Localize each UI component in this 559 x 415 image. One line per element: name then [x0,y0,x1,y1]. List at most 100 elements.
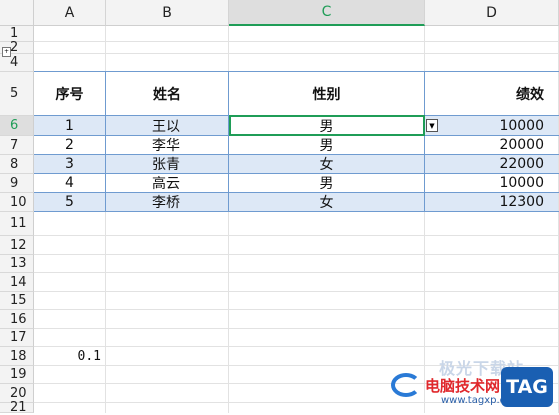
row-header-16[interactable]: 16 [0,310,34,329]
cell-gender[interactable]: 男 [229,136,425,154]
cell-b17[interactable] [106,329,229,346]
row-header-7[interactable]: 7 [0,136,34,155]
cell-c1[interactable] [229,26,425,41]
row-header-10[interactable]: 10 [0,193,34,212]
cell-a15[interactable] [34,292,106,309]
cell-a20[interactable] [34,384,106,402]
cell-b19[interactable] [106,366,229,383]
sheet-row-16 [34,310,559,329]
cell-c12[interactable] [229,236,425,254]
cell-b2[interactable] [106,42,229,53]
cell-c15[interactable] [229,292,425,309]
row-header-18[interactable]: 18 [0,347,34,366]
cell-name[interactable]: 李桥 [106,193,229,211]
row-header-17[interactable]: 17 [0,329,34,347]
cell-a14[interactable] [34,273,106,291]
cell-c17[interactable] [229,329,425,346]
cell-c2[interactable] [229,42,425,53]
cell-performance[interactable]: 12300 [425,193,559,211]
cell-a17[interactable] [34,329,106,346]
cell-gender[interactable]: 女 [229,193,425,211]
cell-b12[interactable] [106,236,229,254]
column-header-b[interactable]: B [106,0,229,26]
cell-a11[interactable] [34,212,106,235]
cell-serial[interactable]: 1 [34,116,106,135]
cell-d16[interactable] [425,310,559,328]
row-header-6[interactable]: 6 [0,116,34,136]
cell-c13[interactable] [229,255,425,272]
cell-a13[interactable] [34,255,106,272]
header-name[interactable]: 姓名 [106,72,229,115]
column-header-d[interactable]: D [425,0,559,26]
cell-c14[interactable] [229,273,425,291]
cell-gender[interactable]: 男 [229,174,425,192]
cell-performance[interactable]: 10000 [425,116,559,135]
cell-a4[interactable] [34,54,106,71]
row-group-toggle[interactable]: + [2,47,11,57]
column-header-a[interactable]: A [34,0,106,26]
cell-a2[interactable] [34,42,106,53]
cell-b20[interactable] [106,384,229,402]
sheet-row-12 [34,236,559,255]
row-header-11[interactable]: 11 [0,212,34,236]
cell-performance[interactable]: 10000 [425,174,559,192]
sheet-row-17 [34,329,559,347]
cell-d4[interactable] [425,54,559,71]
cell-a21[interactable] [34,403,106,413]
cell-b13[interactable] [106,255,229,272]
cell-c4[interactable] [229,54,425,71]
row-header-14[interactable]: 14 [0,273,34,292]
cell-serial[interactable]: 3 [34,155,106,173]
cell-serial[interactable]: 2 [34,136,106,154]
cell-d11[interactable] [425,212,559,235]
cell-d1[interactable] [425,26,559,41]
row-header-9[interactable]: 9 [0,174,34,193]
header-performance[interactable]: 绩效 [425,72,559,115]
cell-a19[interactable] [34,366,106,383]
cell-a16[interactable] [34,310,106,328]
header-gender[interactable]: 性别 [229,72,425,115]
table-row: 2 李华 男 20000 [34,136,559,155]
cell-serial[interactable]: 5 [34,193,106,211]
cell-b15[interactable] [106,292,229,309]
cell-d15[interactable] [425,292,559,309]
cell-d13[interactable] [425,255,559,272]
select-all-corner[interactable] [0,0,34,26]
sheet-row-15 [34,292,559,310]
cell-performance[interactable]: 22000 [425,155,559,173]
cell-a18[interactable]: 0.1 [34,347,106,365]
row-header-8[interactable]: 8 [0,155,34,174]
cell-a1[interactable] [34,26,106,41]
row-header-5[interactable]: 5 [0,72,34,116]
cell-b16[interactable] [106,310,229,328]
row-header-19[interactable]: 19 [0,366,34,384]
cell-b11[interactable] [106,212,229,235]
sheet-row-1 [34,26,559,42]
cell-b14[interactable] [106,273,229,291]
row-header-12[interactable]: 12 [0,236,34,255]
row-header-13[interactable]: 13 [0,255,34,273]
row-header-15[interactable]: 15 [0,292,34,310]
cell-d17[interactable] [425,329,559,346]
header-serial-number[interactable]: 序号 [34,72,106,115]
dropdown-arrow-icon[interactable]: ▼ [426,119,438,132]
cell-name[interactable]: 王以 [106,116,229,135]
cell-performance[interactable]: 20000 [425,136,559,154]
cell-c11[interactable] [229,212,425,235]
cell-a12[interactable] [34,236,106,254]
cell-name[interactable]: 高云 [106,174,229,192]
cell-d12[interactable] [425,236,559,254]
cell-c16[interactable] [229,310,425,328]
cell-serial[interactable]: 4 [34,174,106,192]
cell-b18[interactable] [106,347,229,365]
row-header-21[interactable]: 21 [0,400,34,415]
cell-b1[interactable] [106,26,229,41]
cell-name[interactable]: 李华 [106,136,229,154]
column-header-c[interactable]: C [229,0,425,26]
cell-gender[interactable]: 女 [229,155,425,173]
cell-d2[interactable] [425,42,559,53]
cell-name[interactable]: 张青 [106,155,229,173]
cell-d14[interactable] [425,273,559,291]
cell-b4[interactable] [106,54,229,71]
cell-b21[interactable] [106,403,229,413]
